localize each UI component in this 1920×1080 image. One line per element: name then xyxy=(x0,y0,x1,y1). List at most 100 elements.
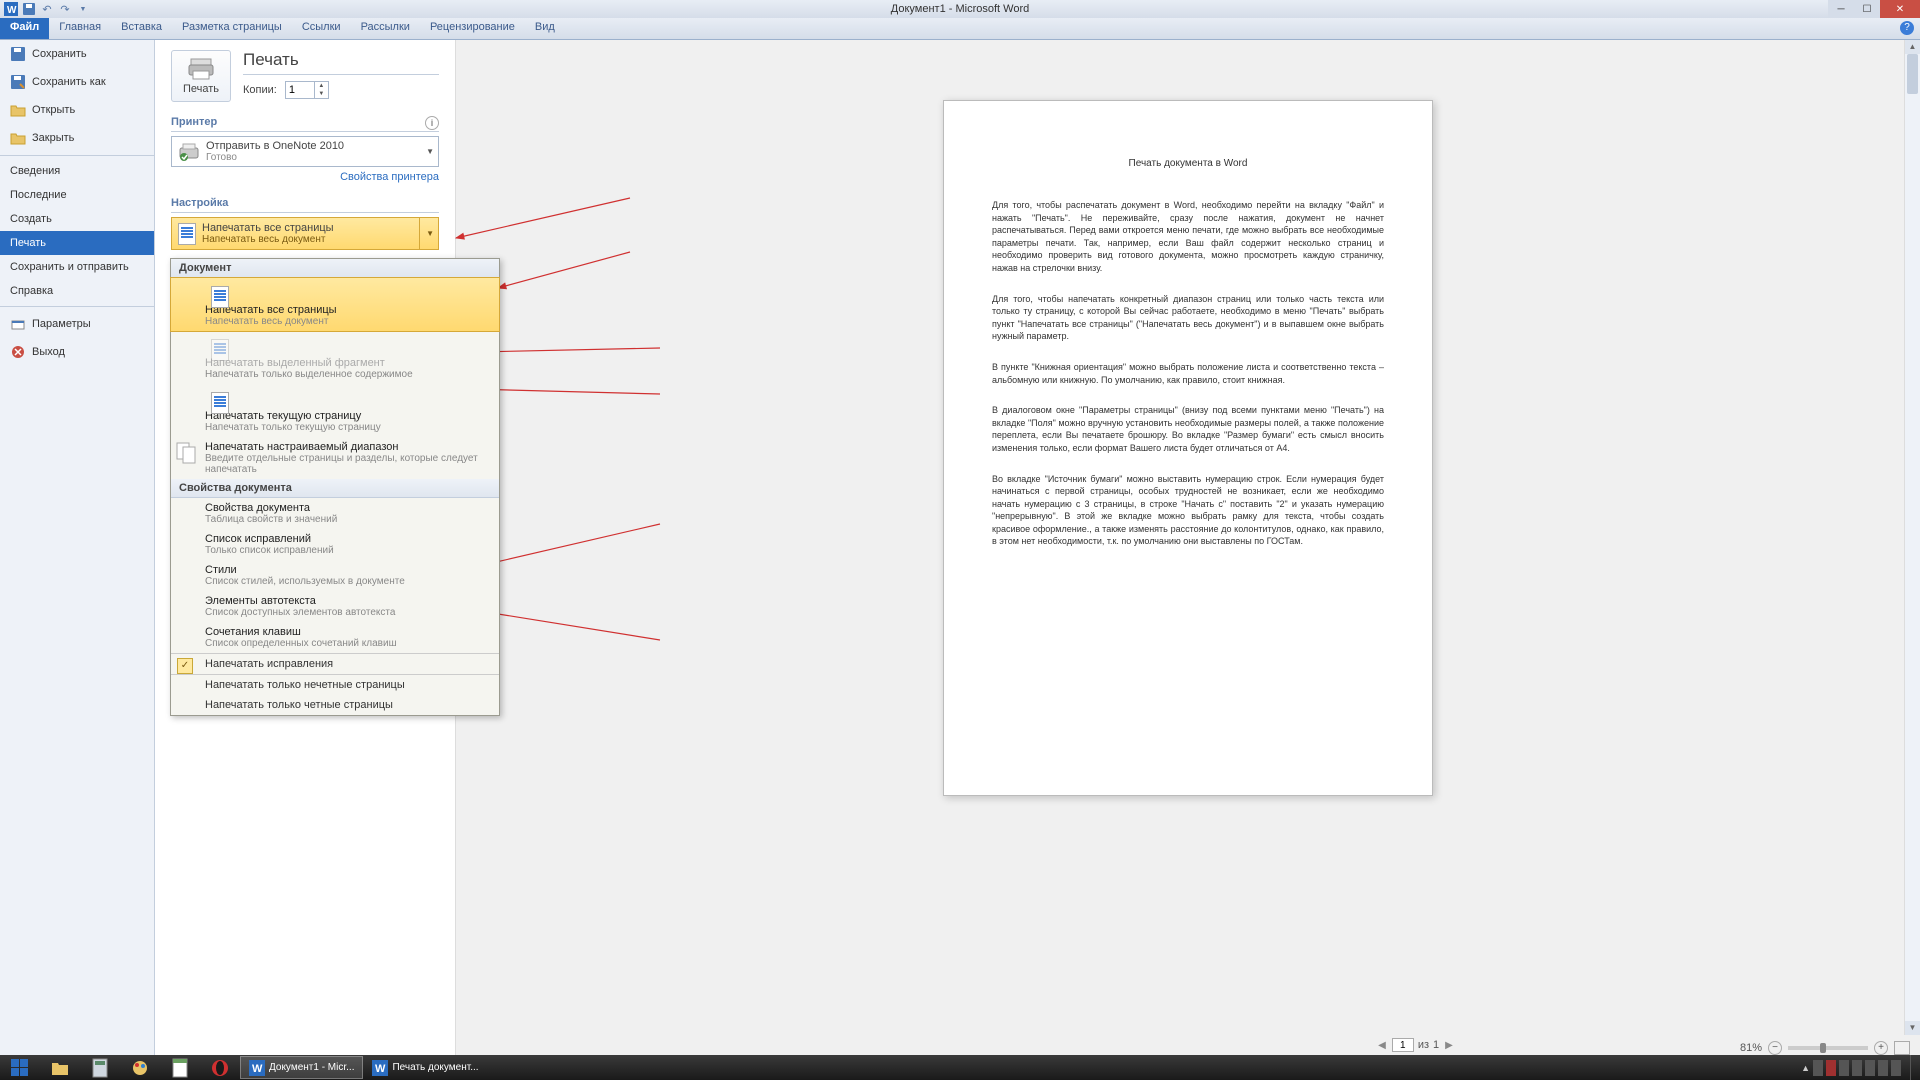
spinner-up[interactable]: ▲ xyxy=(315,82,328,90)
help-icon[interactable]: ? xyxy=(1900,21,1914,35)
dd-shortcuts[interactable]: Сочетания клавишСписок определенных соче… xyxy=(171,622,499,653)
next-page-button[interactable]: ▶ xyxy=(1443,1040,1455,1051)
zoom-in-button[interactable]: + xyxy=(1874,1041,1888,1055)
dd-print-custom[interactable]: Напечатать настраиваемый диапазон Введит… xyxy=(171,437,499,479)
taskbar: WДокумент1 - Micr... WПечать документ...… xyxy=(0,1055,1920,1080)
maximize-button[interactable]: ☐ xyxy=(1854,0,1880,18)
save-icon xyxy=(10,46,26,62)
tab-review[interactable]: Рецензирование xyxy=(420,18,525,39)
start-button[interactable] xyxy=(0,1055,40,1080)
titlebar: W ↶ ↷ ▼ Документ1 - Microsoft Word ─ ☐ ✕ xyxy=(0,0,1920,18)
sidebar-recent[interactable]: Последние xyxy=(0,183,154,207)
spinner-down[interactable]: ▼ xyxy=(315,90,328,98)
undo-icon[interactable]: ↶ xyxy=(40,2,54,16)
copies-spinner[interactable]: ▲▼ xyxy=(285,81,329,99)
sidebar-help[interactable]: Справка xyxy=(0,279,154,303)
sidebar-share[interactable]: Сохранить и отправить xyxy=(0,255,154,279)
fit-page-button[interactable] xyxy=(1894,1041,1910,1055)
zoom-slider[interactable] xyxy=(1788,1046,1868,1050)
printer-icon xyxy=(187,57,215,81)
printer-selector[interactable]: Отправить в OneNote 2010 Готово ▼ xyxy=(171,136,439,167)
vertical-scrollbar[interactable]: ▲ ▼ xyxy=(1904,40,1920,1035)
prev-page-button[interactable]: ◀ xyxy=(1376,1040,1388,1051)
backstage-sidebar: Сохранить Сохранить как Открыть Закрыть … xyxy=(0,40,155,1055)
tb-word-2[interactable]: WПечать документ... xyxy=(363,1056,487,1079)
tab-home[interactable]: Главная xyxy=(49,18,111,39)
tray-item[interactable] xyxy=(1826,1060,1836,1076)
tab-layout[interactable]: Разметка страницы xyxy=(172,18,292,39)
tab-mailings[interactable]: Рассылки xyxy=(351,18,420,39)
tray-item[interactable] xyxy=(1891,1060,1901,1076)
tab-view[interactable]: Вид xyxy=(525,18,565,39)
sidebar-save[interactable]: Сохранить xyxy=(0,40,154,68)
sidebar-info[interactable]: Сведения xyxy=(0,159,154,183)
svg-text:W: W xyxy=(375,1063,386,1075)
scrollbar-thumb[interactable] xyxy=(1907,54,1918,94)
tb-word-1[interactable]: WДокумент1 - Micr... xyxy=(240,1056,363,1079)
dd-print-markup[interactable]: ✓Напечатать исправления xyxy=(171,654,499,674)
copies-input[interactable] xyxy=(286,84,314,96)
tb-calc[interactable] xyxy=(80,1055,120,1080)
tray-item[interactable] xyxy=(1878,1060,1888,1076)
print-range-dropdown: Документ Напечатать все страницы Напечат… xyxy=(170,258,500,716)
close-button[interactable]: ✕ xyxy=(1880,0,1920,18)
system-tray[interactable]: ▲ xyxy=(1801,1055,1916,1080)
printer-properties-link[interactable]: Свойства принтера xyxy=(171,171,439,183)
document-icon xyxy=(211,339,229,361)
exit-icon xyxy=(10,344,26,360)
print-button[interactable]: Печать xyxy=(171,50,231,102)
qat-dropdown-icon[interactable]: ▼ xyxy=(76,2,90,16)
minimize-button[interactable]: ─ xyxy=(1828,0,1854,18)
tray-item[interactable] xyxy=(1813,1060,1823,1076)
info-icon[interactable]: i xyxy=(425,116,439,130)
sidebar-close[interactable]: Закрыть xyxy=(0,124,154,152)
print-range-combo[interactable]: Напечатать все страницы Напечатать весь … xyxy=(171,217,439,250)
dd-doc-props[interactable]: Свойства документаТаблица свойств и знач… xyxy=(171,498,499,529)
document-range-icon xyxy=(177,441,197,461)
sidebar-open[interactable]: Открыть xyxy=(0,96,154,124)
settings-heading: Настройка xyxy=(171,197,439,213)
page-number-input[interactable] xyxy=(1392,1038,1414,1052)
dd-odd-pages[interactable]: Напечатать только нечетные страницы xyxy=(171,675,499,695)
redo-icon[interactable]: ↷ xyxy=(58,2,72,16)
zoom-value: 81% xyxy=(1740,1042,1762,1054)
dd-autotext[interactable]: Элементы автотекстаСписок доступных элем… xyxy=(171,591,499,622)
dd-revisions[interactable]: Список исправленийТолько список исправле… xyxy=(171,529,499,560)
tb-explorer[interactable] xyxy=(40,1055,80,1080)
doc-title: Печать документа в Word xyxy=(992,157,1384,171)
tb-paint[interactable] xyxy=(120,1055,160,1080)
sidebar-print[interactable]: Печать xyxy=(0,231,154,255)
window-title: Документ1 - Microsoft Word xyxy=(891,3,1029,15)
tray-item[interactable] xyxy=(1852,1060,1862,1076)
saveas-icon xyxy=(10,74,26,90)
tb-opera[interactable] xyxy=(200,1055,240,1080)
tray-item[interactable] xyxy=(1865,1060,1875,1076)
tray-item[interactable] xyxy=(1839,1060,1849,1076)
tab-file[interactable]: Файл xyxy=(0,18,49,39)
options-icon xyxy=(10,316,26,332)
show-desktop-button[interactable] xyxy=(1910,1055,1916,1080)
scroll-down-button[interactable]: ▼ xyxy=(1905,1021,1920,1035)
dd-styles[interactable]: СтилиСписок стилей, используемых в докум… xyxy=(171,560,499,591)
ribbon-tabs: Файл Главная Вставка Разметка страницы С… xyxy=(0,18,1920,40)
tb-notepad[interactable] xyxy=(160,1055,200,1080)
dd-print-selection[interactable]: Напечатать выделенный фрагмент Напечатат… xyxy=(171,331,499,384)
tab-references[interactable]: Ссылки xyxy=(292,18,351,39)
scroll-up-button[interactable]: ▲ xyxy=(1905,40,1920,54)
save-icon[interactable] xyxy=(22,2,36,16)
tray-up-icon[interactable]: ▲ xyxy=(1801,1063,1810,1073)
sidebar-saveas[interactable]: Сохранить как xyxy=(0,68,154,96)
dd-print-all[interactable]: Напечатать все страницы Напечатать весь … xyxy=(170,277,500,332)
dropdown-arrow-icon: ▼ xyxy=(419,218,434,249)
sidebar-new[interactable]: Создать xyxy=(0,207,154,231)
tab-insert[interactable]: Вставка xyxy=(111,18,172,39)
printer-heading: Принтер i xyxy=(171,116,439,132)
dd-even-pages[interactable]: Напечатать только четные страницы xyxy=(171,695,499,715)
sidebar-options[interactable]: Параметры xyxy=(0,310,154,338)
dd-print-current[interactable]: Напечатать текущую страницу Напечатать т… xyxy=(171,384,499,437)
svg-text:W: W xyxy=(252,1063,263,1075)
sidebar-exit[interactable]: Выход xyxy=(0,338,154,366)
zoom-out-button[interactable]: − xyxy=(1768,1041,1782,1055)
printer-device-icon xyxy=(178,142,200,162)
copies-label: Копии: xyxy=(243,84,277,96)
